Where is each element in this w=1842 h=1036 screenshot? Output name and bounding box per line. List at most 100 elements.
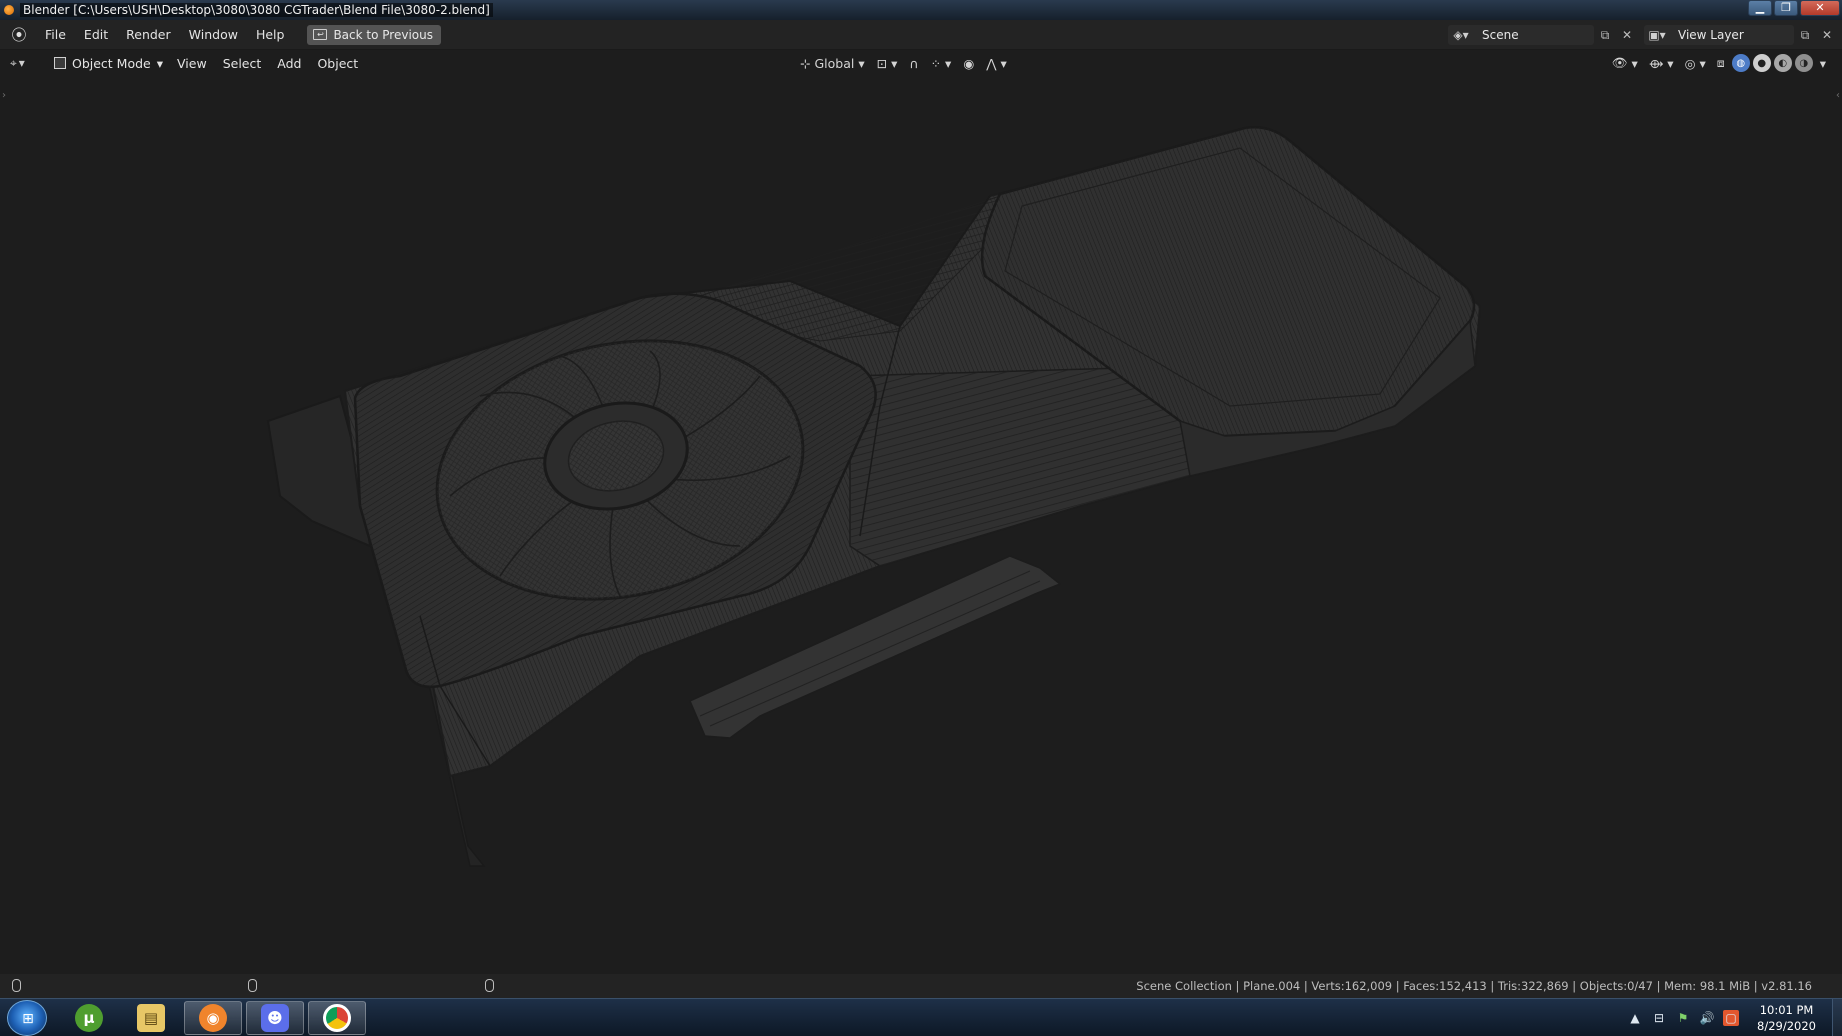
taskbar-chrome[interactable] <box>308 1001 366 1035</box>
viewport-display-tools: 👁 ▾ ⟴ ▾ ◎ ▾ ⧈ ◍ ● ◐ ◑ ▾ <box>1608 53 1830 73</box>
pivot-point-dropdown[interactable]: ⊡ ▾ <box>873 53 902 73</box>
clock[interactable]: 10:01 PM 8/29/2020 <box>1757 1002 1816 1034</box>
chrome-icon <box>323 1004 351 1032</box>
taskbar-blender[interactable]: ◉ <box>184 1001 242 1035</box>
show-desktop-button[interactable] <box>1832 999 1842 1036</box>
menu-render[interactable]: Render <box>117 24 180 45</box>
close-icon[interactable]: ✕ <box>1800 0 1840 16</box>
view-layer-selector: ▣▾ View Layer ⧉ ✕ <box>1644 25 1838 45</box>
material-preview-shading-icon[interactable]: ◐ <box>1773 54 1792 72</box>
screen-back-icon: ↩ <box>313 29 328 40</box>
windows-taskbar: ⊞ µ ▤ ◉ ☻ ▲ ⊟ ⚑ 🔊 ▢ 10:01 PM 8/29/2020 <box>0 998 1842 1036</box>
snap-target-dropdown[interactable]: ⁘ ▾ <box>927 53 956 73</box>
3d-view-icon: ⌖ <box>10 55 17 70</box>
discord-icon: ☻ <box>261 1004 289 1032</box>
transform-orientation-dropdown[interactable]: ⊹ Global ▾ <box>796 53 869 73</box>
chevron-down-icon: ▾ <box>858 55 865 71</box>
menu-edit[interactable]: Edit <box>75 24 117 45</box>
taskbar-file-explorer[interactable]: ▤ <box>122 1001 180 1035</box>
mouse-left-icon <box>12 979 21 992</box>
gizmo-icon: ⟴ <box>1648 55 1664 71</box>
back-to-previous-label: Back to Previous <box>333 27 433 42</box>
viewport-menu-add[interactable]: Add <box>269 56 309 71</box>
eye-icon: 👁 <box>1611 55 1628 70</box>
back-to-previous-button[interactable]: ↩ Back to Previous <box>307 24 441 45</box>
taskbar-discord[interactable]: ☻ <box>246 1001 304 1035</box>
menu-file[interactable]: File <box>36 24 75 45</box>
taskbar-utorrent[interactable]: µ <box>60 1001 118 1035</box>
status-bar: Scene Collection | Plane.004 | Verts:162… <box>0 974 1842 998</box>
rendered-shading-icon[interactable]: ◑ <box>1794 54 1813 72</box>
snap-toggle[interactable]: ∩ <box>905 53 922 73</box>
falloff-curve-icon: ⋀ <box>986 55 997 71</box>
window-titlebar: Blender [C:\Users\USH\Desktop\3080\3080 … <box>0 0 1842 20</box>
object-visibility-dropdown[interactable]: 👁 ▾ <box>1608 53 1642 73</box>
scene-icon[interactable]: ◈▾ <box>1448 25 1474 45</box>
overlays-icon: ◎ <box>1684 55 1696 71</box>
chevron-down-icon: ▾ <box>1631 55 1638 71</box>
view-layer-name-field[interactable]: View Layer <box>1670 25 1794 45</box>
object-mode-icon <box>54 57 66 69</box>
xray-icon: ⧈ <box>1716 55 1725 70</box>
blender-logo-icon[interactable]: ⦿ <box>10 26 28 44</box>
restore-icon[interactable]: ❐ <box>1774 0 1798 16</box>
new-scene-icon[interactable]: ⧉ <box>1594 25 1616 45</box>
solid-shading-icon[interactable]: ● <box>1752 54 1771 72</box>
viewport-menu-select[interactable]: Select <box>215 56 270 71</box>
blender-icon: ◉ <box>199 1004 227 1032</box>
snap-grid-icon: ⁘ <box>930 55 942 71</box>
system-tray: ▲ ⊟ ⚑ 🔊 ▢ 10:01 PM 8/29/2020 <box>1623 999 1842 1036</box>
heatsink-fins-front <box>849 365 1191 567</box>
transform-tools: ⊹ Global ▾ ⊡ ▾ ∩ ⁘ ▾ ◉ ⋀ ▾ <box>796 53 1011 73</box>
menu-window[interactable]: Window <box>180 24 247 45</box>
shading-options-dropdown[interactable]: ▾ <box>1816 53 1830 73</box>
network-icon[interactable]: ⊟ <box>1651 1010 1667 1026</box>
mouse-middle-icon <box>248 979 257 992</box>
proportional-editing-toggle[interactable]: ◉ <box>959 53 978 73</box>
menu-help[interactable]: Help <box>247 24 294 45</box>
clock-date: 8/29/2020 <box>1757 1019 1816 1033</box>
chevron-down-icon: ▾ <box>945 55 952 71</box>
wireframe-shading-icon[interactable]: ◍ <box>1731 54 1750 72</box>
proportional-editing-icon: ◉ <box>963 55 975 71</box>
viewport-header: ⌖ ▾ Object Mode ▾ View Select Add Object … <box>0 50 1842 76</box>
new-view-layer-icon[interactable]: ⧉ <box>1794 25 1816 45</box>
wireframe-gpu-model[interactable] <box>0 76 1842 974</box>
file-explorer-icon: ▤ <box>137 1004 165 1032</box>
pivot-point-icon: ⊡ <box>876 55 888 71</box>
view-layer-icon[interactable]: ▣▾ <box>1644 25 1670 45</box>
object-mode-dropdown[interactable]: Object Mode ▾ <box>48 53 169 73</box>
show-hidden-icons-icon[interactable]: ▲ <box>1627 1010 1643 1026</box>
utorrent-icon: µ <box>75 1004 103 1032</box>
tray-app-icon[interactable]: ▢ <box>1723 1010 1740 1026</box>
chevron-down-icon: ▾ <box>1819 55 1826 71</box>
editor-type-selector[interactable]: ⌖ ▾ <box>10 53 40 73</box>
chevron-down-icon: ▾ <box>1000 55 1007 71</box>
blender-app-icon <box>4 5 14 15</box>
chevron-down-icon: ▾ <box>891 55 898 71</box>
delete-scene-icon[interactable]: ✕ <box>1616 25 1638 45</box>
proportional-falloff-dropdown[interactable]: ⋀ ▾ <box>982 53 1011 73</box>
gizmo-dropdown[interactable]: ⟴ ▾ <box>1645 53 1678 73</box>
chevron-down-icon: ▾ <box>156 55 164 71</box>
object-mode-label: Object Mode <box>72 55 151 71</box>
xray-toggle[interactable]: ⧈ <box>1713 53 1729 73</box>
chevron-down-icon: ▾ <box>1699 55 1706 71</box>
window-controls: ▁ ❐ ✕ <box>1748 0 1840 16</box>
delete-view-layer-icon[interactable]: ✕ <box>1816 25 1838 45</box>
action-center-flag-icon[interactable]: ⚑ <box>1675 1010 1691 1026</box>
magnet-icon: ∩ <box>909 55 919 71</box>
transform-orientation-label: Global <box>814 55 855 71</box>
viewport-menu-view[interactable]: View <box>169 56 215 71</box>
viewport-menu-object[interactable]: Object <box>309 56 366 71</box>
overlays-dropdown[interactable]: ◎ ▾ <box>1681 53 1710 73</box>
chevron-down-icon: ▾ <box>18 56 25 70</box>
chevron-down-icon: ▾ <box>1667 55 1674 71</box>
orientation-axes-icon: ⊹ <box>800 55 811 71</box>
start-button[interactable]: ⊞ <box>7 1000 47 1036</box>
windows-logo-icon: ⊞ <box>22 1011 34 1027</box>
scene-selector: ◈▾ Scene ⧉ ✕ <box>1448 25 1638 45</box>
scene-name-field[interactable]: Scene <box>1474 25 1594 45</box>
volume-icon[interactable]: 🔊 <box>1699 1010 1715 1026</box>
minimize-icon[interactable]: ▁ <box>1748 0 1772 16</box>
